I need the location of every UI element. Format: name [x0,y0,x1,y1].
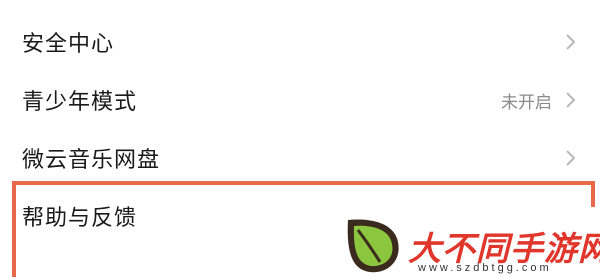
watermark-url: www.szdbtgg.com [418,262,552,274]
settings-item-security-center[interactable]: 安全中心 [0,14,600,70]
settings-item-label: 微云音乐网盘 [22,148,161,173]
leaf-logo-icon [340,212,404,276]
settings-item-cloud-music-drive[interactable]: 微云音乐网盘 [0,130,600,186]
settings-item-teen-mode[interactable]: 青少年模式 未开启 [0,72,600,128]
teen-mode-status: 未开启 [501,92,552,113]
settings-item-label: 青少年模式 [22,90,138,115]
settings-item-label: 安全中心 [22,32,115,57]
settings-item-label: 帮助与反馈 [22,206,138,231]
chevron-right-icon [564,31,578,53]
chevron-right-icon [564,147,578,169]
chevron-right-icon [564,89,578,111]
settings-screen: 安全中心 青少年模式 未开启 微云音乐网盘 帮助与反馈 大不同手游网 www.s… [0,0,600,277]
